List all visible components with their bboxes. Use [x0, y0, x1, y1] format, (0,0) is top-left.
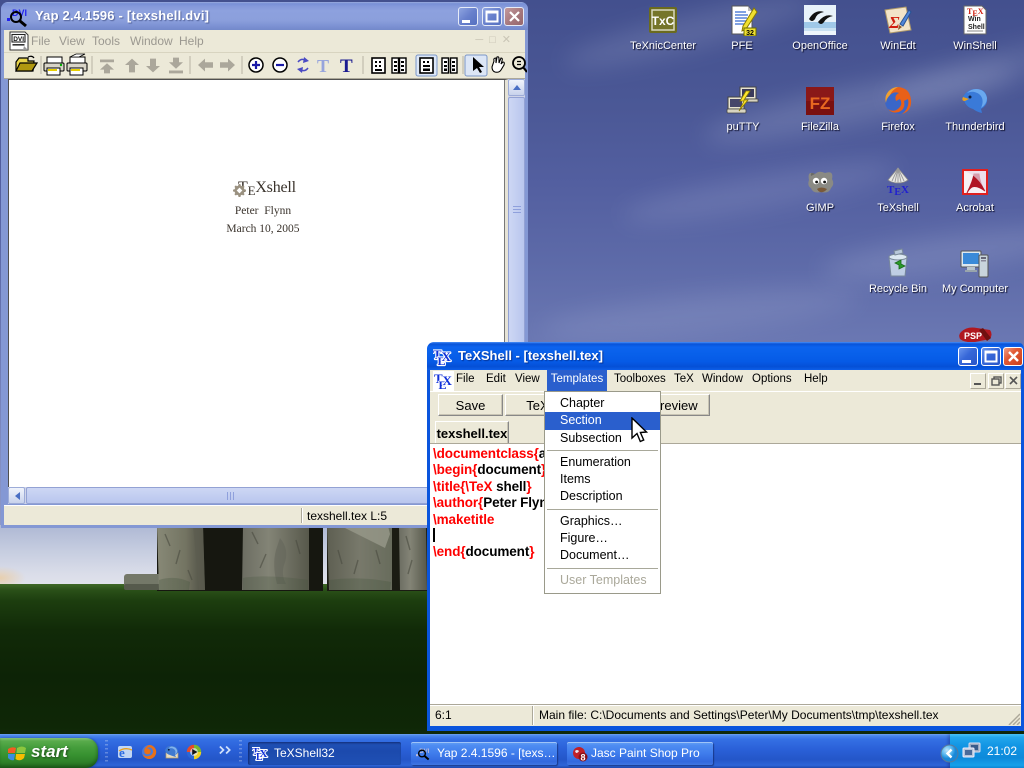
- svg-text:32: 32: [746, 30, 754, 36]
- svg-text:DVI: DVI: [13, 36, 24, 43]
- svg-text:X: X: [260, 748, 268, 760]
- svg-text:T: T: [340, 56, 353, 77]
- svg-text:X: X: [442, 349, 452, 364]
- svg-text:Win: Win: [968, 16, 981, 23]
- svg-text:PSP: PSP: [964, 331, 982, 341]
- svg-text:8: 8: [580, 753, 585, 763]
- svg-text:TEX: TEX: [887, 184, 909, 198]
- svg-text:X: X: [443, 373, 453, 388]
- svg-text:FZ: FZ: [810, 94, 831, 113]
- svg-text:e: e: [119, 745, 125, 760]
- svg-text:TxC: TxC: [652, 14, 675, 28]
- svg-text:T: T: [317, 56, 329, 76]
- svg-text:Shell: Shell: [968, 24, 985, 31]
